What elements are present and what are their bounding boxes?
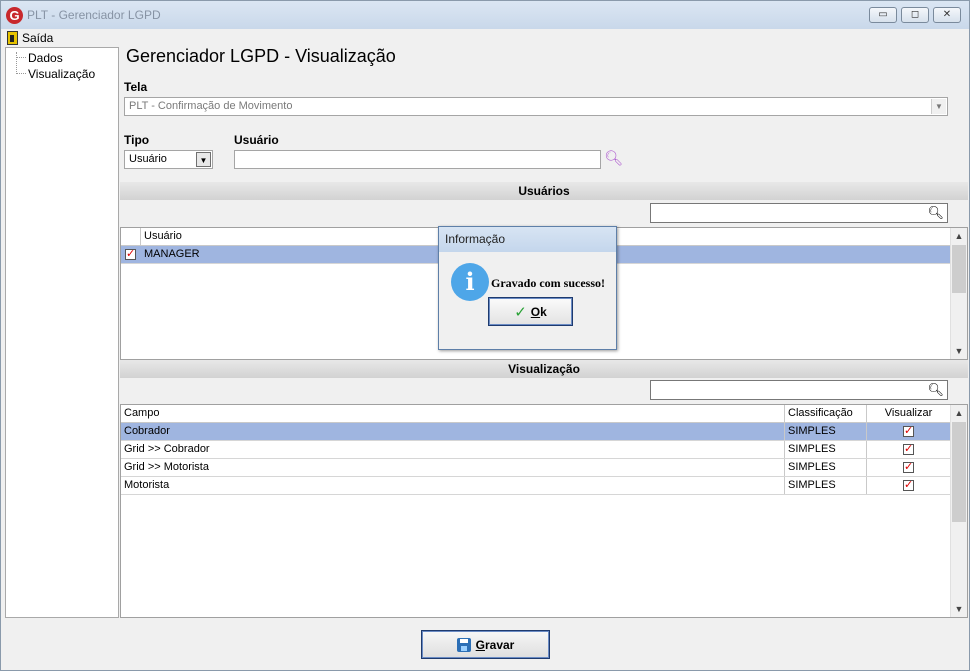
navigation-tree: Dados Visualização (5, 47, 119, 618)
visualizar-checkbox[interactable] (903, 459, 914, 476)
info-icon: i (451, 263, 489, 301)
checkmark-icon: ✓ (514, 303, 527, 321)
dialog-message: Gravado com sucesso! (491, 276, 605, 290)
ok-button-label: Ok (530, 304, 547, 319)
column-check (121, 228, 141, 245)
vertical-scrollbar[interactable]: ▲ ▼ (950, 405, 967, 617)
tree-item-dados[interactable]: Dados (28, 51, 63, 65)
usuarios-filter-input[interactable]: 🔍︎ (650, 203, 948, 223)
window-title: PLT - Gerenciador LGPD (27, 8, 161, 22)
tela-select-value: PLT - Confirmação de Movimento (129, 100, 293, 112)
menu-exit[interactable]: Saída (7, 29, 53, 46)
column-visualizar[interactable]: Visualizar (867, 405, 950, 422)
usuarios-section-header: Usuários (120, 182, 968, 200)
visualizar-checkbox[interactable] (903, 477, 914, 494)
visualizacao-grid: Campo Classificação Visualizar Cobrador … (120, 404, 968, 618)
menu-bar: Saída (2, 29, 969, 46)
visualizacao-filter-input[interactable]: 🔍︎ (650, 380, 948, 400)
cell-campo: Cobrador (121, 423, 785, 440)
title-bar: G PLT - Gerenciador LGPD ▭ ◻ ✕ (1, 1, 969, 29)
ok-button[interactable]: ✓ Ok (488, 297, 573, 326)
page-title: Gerenciador LGPD - Visualização (126, 46, 396, 66)
scroll-up-icon[interactable]: ▲ (951, 228, 967, 244)
table-row[interactable]: Grid >> Cobrador SIMPLES (121, 441, 950, 459)
menu-exit-label: Saída (22, 30, 54, 45)
scroll-thumb[interactable] (952, 245, 966, 293)
scroll-down-icon[interactable]: ▼ (951, 601, 967, 617)
search-icon[interactable]: 🔍︎ (604, 149, 623, 167)
cell-classificacao: SIMPLES (785, 477, 867, 494)
tipo-select-value: Usuário (129, 153, 167, 165)
table-row[interactable]: Motorista SIMPLES (121, 477, 950, 495)
usuario-label: Usuário (234, 133, 279, 147)
floppy-disk-icon (456, 637, 471, 652)
cell-classificacao: SIMPLES (785, 459, 867, 476)
close-button[interactable]: ✕ (933, 7, 961, 23)
table-row[interactable]: Grid >> Motorista SIMPLES (121, 459, 950, 477)
visualizacao-section-header: Visualização (120, 360, 968, 378)
magnifier-icon[interactable]: 🔍︎ (927, 382, 944, 398)
scroll-thumb[interactable] (952, 422, 966, 522)
visualizar-checkbox[interactable] (903, 423, 914, 440)
chevron-down-icon[interactable]: ▼ (196, 152, 211, 167)
info-dialog: Informação i Gravado com sucesso! ✓ Ok (438, 226, 617, 350)
visualizacao-grid-header: Campo Classificação Visualizar (121, 405, 950, 423)
save-button[interactable]: Gravar (421, 630, 550, 659)
dialog-title: Informação (439, 227, 616, 252)
magnifier-icon[interactable]: 🔍︎ (927, 205, 944, 221)
save-button-label: Gravar (475, 637, 515, 652)
row-checkbox[interactable] (125, 246, 136, 263)
tela-select[interactable]: PLT - Confirmação de Movimento ▼ (124, 97, 948, 116)
column-classificacao[interactable]: Classificação (785, 405, 867, 422)
chevron-down-icon[interactable]: ▼ (931, 99, 946, 114)
cell-campo: Grid >> Cobrador (121, 441, 785, 458)
tree-item-visualizacao[interactable]: Visualização (28, 67, 95, 81)
table-row[interactable]: Cobrador SIMPLES (121, 423, 950, 441)
tree-connector (16, 57, 26, 58)
usuario-input[interactable] (234, 150, 601, 169)
cell-classificacao: SIMPLES (785, 441, 867, 458)
tipo-select[interactable]: Usuário ▼ (124, 150, 213, 169)
column-campo[interactable]: Campo (121, 405, 785, 422)
minimize-button[interactable]: ▭ (869, 7, 897, 23)
maximize-button[interactable]: ◻ (901, 7, 929, 23)
scroll-up-icon[interactable]: ▲ (951, 405, 967, 421)
cell-campo: Grid >> Motorista (121, 459, 785, 476)
tipo-label: Tipo (124, 133, 150, 147)
main-window: G PLT - Gerenciador LGPD ▭ ◻ ✕ Saída Dad… (0, 0, 970, 671)
app-logo-icon: G (6, 7, 23, 24)
tree-connector (16, 73, 26, 74)
cell-campo: Motorista (121, 477, 785, 494)
tree-connector (16, 52, 17, 74)
exit-door-icon (7, 30, 18, 45)
visualizar-checkbox[interactable] (903, 441, 914, 458)
vertical-scrollbar[interactable]: ▲ ▼ (950, 228, 967, 359)
row-usuario-name: MANAGER (144, 248, 200, 260)
scroll-down-icon[interactable]: ▼ (951, 343, 967, 359)
cell-classificacao: SIMPLES (785, 423, 867, 440)
tela-label: Tela (124, 80, 148, 94)
